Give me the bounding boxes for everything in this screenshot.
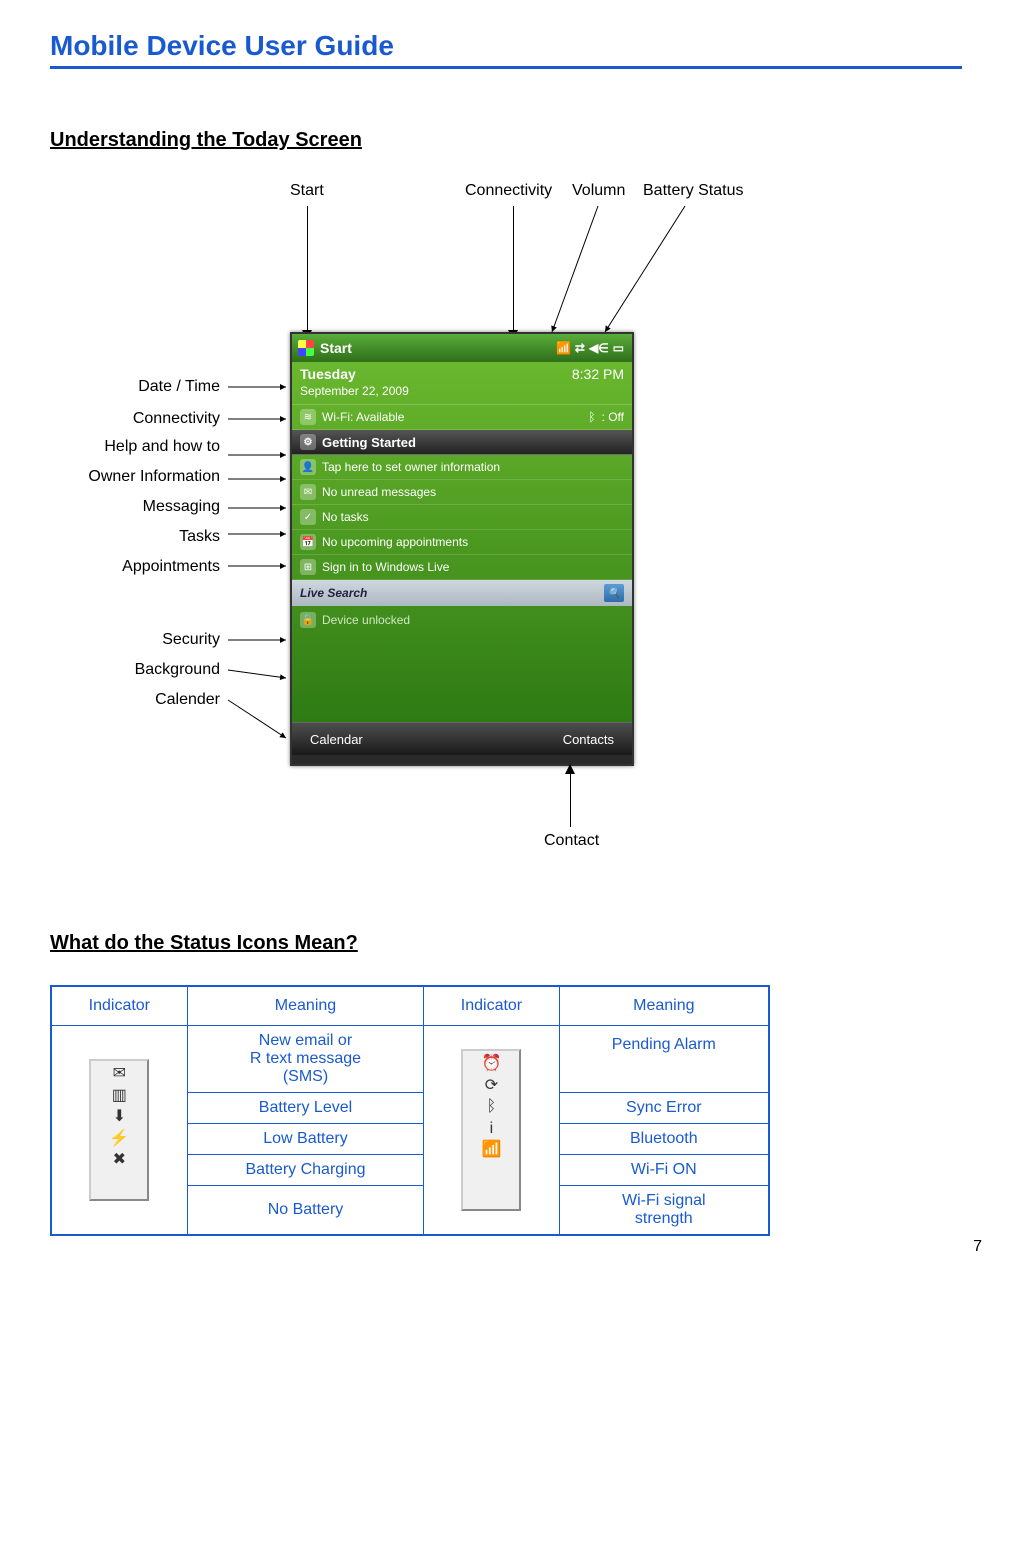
- charging-icon: ⚡: [109, 1130, 129, 1148]
- calendar-icon: 📅: [300, 534, 316, 550]
- meaning-new-email: New email or R text message (SMS): [187, 1026, 424, 1093]
- mail-icon: ✉: [300, 484, 316, 500]
- section-status-icons: What do the Status Icons Mean?: [50, 932, 962, 955]
- phone-screenshot: Start 📶 ⇄ ◀∈ ▭ Tuesday 8:32 PM September…: [290, 332, 634, 766]
- wifi-signal-icon: 📶: [481, 1141, 501, 1159]
- meaning-battery-charging: Battery Charging: [187, 1155, 424, 1186]
- row-getting-started: ⚙ Getting Started: [292, 430, 632, 455]
- signal-icon: 📶: [556, 341, 571, 355]
- bluetooth-icon: ᛒ: [588, 410, 595, 424]
- envelope-icon: ✉: [113, 1065, 126, 1083]
- th-indicator-1: Indicator: [51, 986, 187, 1026]
- meaning-wifi-on: Wi-Fi ON: [559, 1155, 769, 1186]
- row-device-unlocked: 🔓 Device unlocked: [292, 606, 632, 634]
- status-icons-table: Indicator Meaning Indicator Meaning ✉ ▥ …: [50, 985, 770, 1236]
- meaning-wifi-signal: Wi-Fi signal strength: [559, 1186, 769, 1236]
- softkey-contacts: Contacts: [563, 732, 614, 747]
- right-indicator-cell: ⏰ ⟳ ᛒ i 📶: [424, 1026, 559, 1236]
- sync-error-icon: ⟳: [485, 1077, 498, 1095]
- low-battery-icon: ⬇: [113, 1108, 126, 1126]
- speaker-icon: ◀∈: [589, 341, 609, 355]
- unlock-icon: 🔓: [300, 612, 316, 628]
- row-tasks: ✓ No tasks: [292, 505, 632, 530]
- wifi-on-icon: i: [490, 1120, 494, 1138]
- row-appointments: 📅 No upcoming appointments: [292, 530, 632, 555]
- wifi-icon: ≋: [300, 409, 316, 425]
- th-indicator-2: Indicator: [424, 986, 559, 1026]
- battery-icon: ▭: [613, 341, 624, 355]
- windows-live-icon: ⊞: [300, 559, 316, 575]
- no-battery-icon: ✖: [113, 1151, 126, 1169]
- row-windows-live: ⊞ Sign in to Windows Live: [292, 555, 632, 580]
- alarm-icon: ⏰: [481, 1055, 501, 1073]
- today-date: September 22, 2009: [292, 384, 632, 405]
- section-understanding: Understanding the Today Screen: [50, 129, 962, 152]
- page-number: 7: [973, 1238, 982, 1256]
- start-label: Start: [320, 340, 352, 356]
- row-owner-info: 👤 Tap here to set owner information: [292, 455, 632, 480]
- row-live-search: Live Search 🔍: [292, 580, 632, 606]
- row-wifi: ≋ Wi-Fi: Available ᛒ : Off: [292, 405, 632, 430]
- today-day-row: Tuesday 8:32 PM: [292, 362, 632, 384]
- page-title: Mobile Device User Guide: [50, 30, 962, 69]
- meaning-no-battery: No Battery: [187, 1186, 424, 1236]
- battery-level-icon: ▥: [112, 1087, 127, 1105]
- meaning-low-battery: Low Battery: [187, 1124, 424, 1155]
- meaning-bluetooth: Bluetooth: [559, 1124, 769, 1155]
- owner-icon: 👤: [300, 459, 316, 475]
- today-time: 8:32 PM: [572, 366, 624, 382]
- phone-topbar: Start 📶 ⇄ ◀∈ ▭: [292, 334, 632, 362]
- start-flag-icon: [298, 340, 314, 356]
- softkey-calendar: Calendar: [310, 732, 363, 747]
- callout-contact: Contact: [544, 832, 599, 850]
- meaning-pending-alarm: Pending Alarm: [559, 1026, 769, 1093]
- meaning-battery-level: Battery Level: [187, 1093, 424, 1124]
- th-meaning-2: Meaning: [559, 986, 769, 1026]
- sync-arrows-icon: ⇄: [575, 341, 585, 355]
- meaning-sync-error: Sync Error: [559, 1093, 769, 1124]
- th-meaning-1: Meaning: [187, 986, 424, 1026]
- search-icon: 🔍: [604, 584, 624, 602]
- bluetooth-table-icon: ᛒ: [487, 1098, 497, 1116]
- row-messages: ✉ No unread messages: [292, 480, 632, 505]
- today-screen-diagram: Start Connectivity Volumn Battery Status…: [50, 182, 962, 912]
- left-indicator-cell: ✉ ▥ ⬇ ⚡ ✖: [51, 1026, 187, 1236]
- phone-softkeys: Calendar Contacts: [292, 722, 632, 755]
- gear-icon: ⚙: [300, 434, 316, 450]
- tasks-icon: ✓: [300, 509, 316, 525]
